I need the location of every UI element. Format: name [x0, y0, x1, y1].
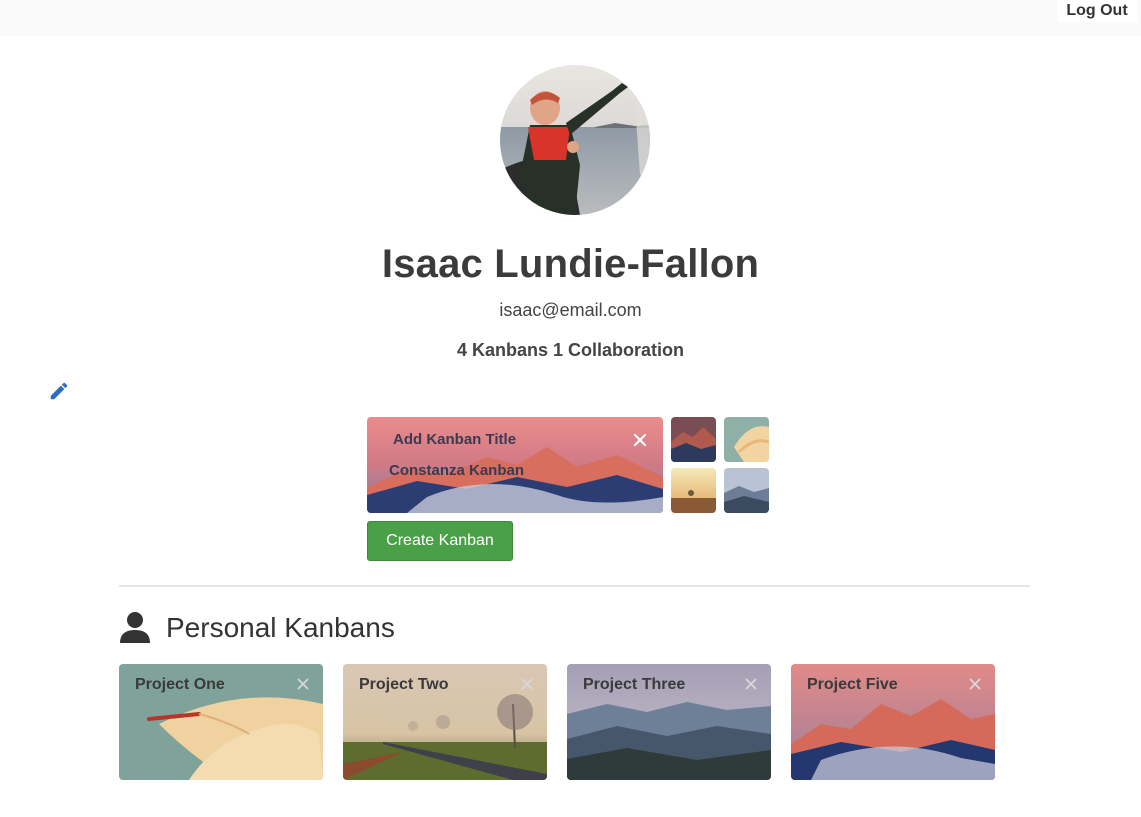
background-option-flower-petals[interactable] [724, 417, 769, 462]
close-icon[interactable] [633, 433, 647, 447]
close-icon[interactable] [969, 678, 981, 690]
kanban-card-title: Project One [135, 676, 225, 693]
pencil-icon[interactable] [48, 380, 70, 402]
kanban-card-title: Project Five [807, 676, 898, 693]
close-icon[interactable] [297, 678, 309, 690]
kanban-card-title: Project Three [583, 676, 686, 693]
section-divider [119, 585, 1030, 587]
new-kanban-card: Constanza Kanban [367, 417, 663, 513]
close-icon[interactable] [745, 678, 757, 690]
profile-name: Isaac Lundie-Fallon [381, 242, 760, 286]
kanban-card[interactable]: Project Five [791, 664, 995, 780]
logout-button[interactable]: Log Out [1057, 0, 1137, 22]
top-bar [0, 0, 1141, 36]
kanban-card[interactable]: Project Three [567, 664, 771, 780]
kanban-card[interactable]: Project One [119, 664, 323, 780]
create-kanban-button[interactable]: Create Kanban [367, 521, 513, 561]
kanban-subtitle: Constanza Kanban [389, 462, 525, 479]
section-title: Personal Kanbans [166, 612, 395, 643]
kanban-card-title: Project Two [359, 676, 449, 693]
profile-stats: 4 Kanbans 1 Collaboration [456, 340, 685, 360]
background-option-mountain-valley[interactable] [724, 468, 769, 513]
close-icon[interactable] [521, 678, 533, 690]
kanban-title-input[interactable] [387, 429, 607, 449]
kanban-card[interactable]: Project Two [343, 664, 547, 780]
background-option-mountain-dusk[interactable] [671, 417, 716, 462]
background-option-field-sunrise[interactable] [671, 468, 716, 513]
avatar [500, 65, 650, 215]
user-icon [118, 610, 152, 644]
profile-email: isaac@email.com [499, 300, 642, 320]
